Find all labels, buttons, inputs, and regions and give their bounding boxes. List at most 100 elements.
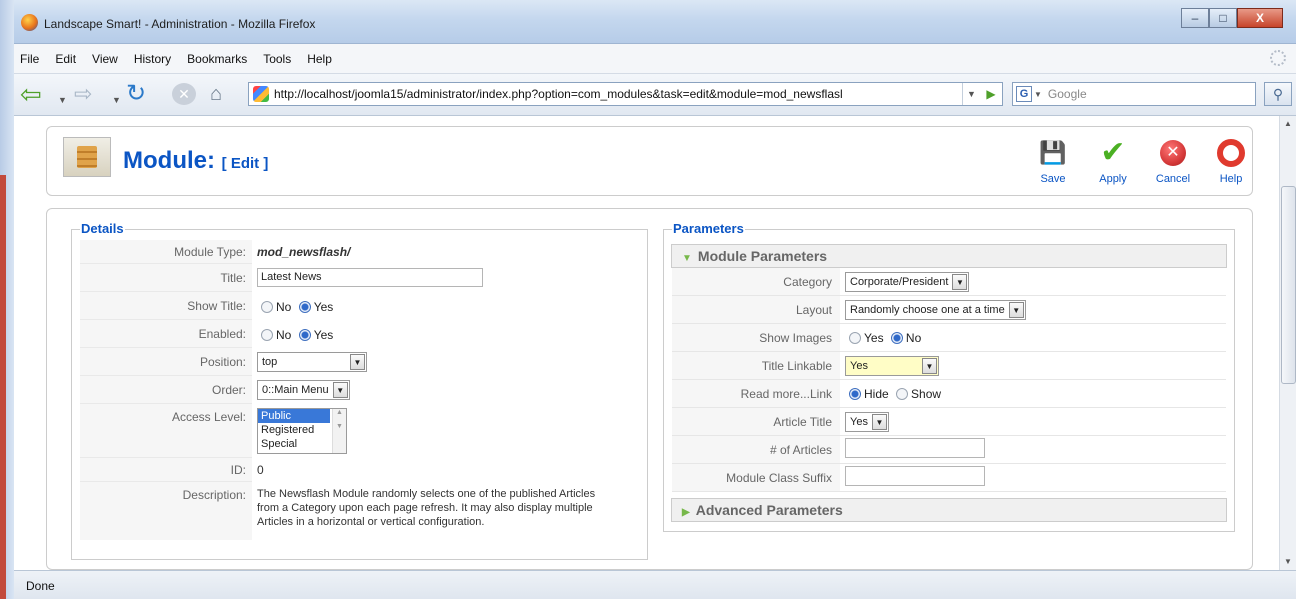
access-option-public[interactable]: Public [258, 409, 330, 423]
row-id: ID: 0 [80, 458, 637, 482]
id-value: 0 [257, 463, 264, 477]
checkmark-icon: ✔ [1100, 136, 1126, 169]
page-subtitle: [ Edit ] [221, 155, 269, 172]
scroll-up-icon[interactable]: ▲ [1280, 116, 1296, 132]
advanced-parameters-header[interactable]: ▶ Advanced Parameters [671, 498, 1227, 522]
article-title-value: Yes [850, 415, 868, 428]
menu-bookmarks[interactable]: Bookmarks [179, 52, 255, 66]
help-button[interactable]: Help [1205, 137, 1257, 185]
class-suffix-input[interactable] [845, 466, 985, 486]
advanced-parameters-title: Advanced Parameters [695, 502, 843, 518]
row-title: Title: Latest News [80, 264, 637, 292]
chevron-down-icon: ▼ [922, 357, 937, 374]
parameters-fieldset: Parameters ▼ Module Parameters Category C… [663, 221, 1235, 532]
apply-label: Apply [1099, 173, 1127, 185]
maximize-button[interactable]: □ [1209, 8, 1237, 28]
id-label: ID: [80, 458, 252, 482]
layout-wrap: Randomly choose one at a time ▼ [840, 299, 1026, 320]
num-articles-wrap [840, 438, 985, 461]
read-more-show-label: Show [911, 386, 942, 401]
title-input[interactable]: Latest News [257, 268, 483, 287]
page-title: Module: [ Edit ] [123, 147, 268, 175]
title-label: Title: [80, 264, 252, 292]
menu-history[interactable]: History [126, 52, 179, 66]
go-arrow-icon[interactable]: ▶ [980, 83, 1002, 105]
cancel-button[interactable]: ✕ Cancel [1147, 137, 1199, 185]
details-fieldset: Details Module Type: mod_newsflash/ Titl… [71, 221, 648, 560]
triangle-down-icon: ▼ [682, 253, 692, 264]
num-articles-input[interactable] [845, 438, 985, 458]
enabled-label: Enabled: [80, 320, 252, 348]
cancel-x-icon: ✕ [1160, 140, 1186, 166]
forward-arrow-icon[interactable]: ⇨ [74, 82, 92, 106]
description-wrap: The Newsflash Module randomly selects on… [252, 482, 617, 529]
access-option-special[interactable]: Special [258, 437, 330, 451]
access-level-listbox[interactable]: Public Registered Special ▲ ▼ [257, 408, 347, 454]
access-level-wrap: Public Registered Special ▲ ▼ [252, 404, 347, 454]
menu-tools[interactable]: Tools [255, 52, 299, 66]
enabled-yes-radio[interactable] [298, 328, 311, 341]
search-bar[interactable]: G ▼ Google [1012, 82, 1256, 106]
header-toolbar: Module: [ Edit ] 💾 Save ✔ Apply ✕ Cancel… [46, 126, 1253, 196]
order-select[interactable]: 0::Main Menu ▼ [257, 380, 350, 400]
description-text: The Newsflash Module randomly selects on… [257, 488, 596, 528]
stop-icon[interactable]: ✕ [172, 83, 196, 105]
title-field-wrap: Latest News [252, 264, 483, 287]
read-more-hide-radio[interactable] [849, 387, 861, 400]
menu-help[interactable]: Help [299, 52, 340, 66]
category-select[interactable]: Corporate/President ▼ [845, 271, 970, 292]
search-placeholder[interactable]: Google [1048, 87, 1087, 101]
listbox-scrollbar[interactable]: ▲ ▼ [332, 409, 346, 453]
enabled-no-label: No [276, 327, 292, 342]
back-arrow-icon[interactable]: ⇦ [20, 81, 54, 107]
module-type-label: Module Type: [80, 240, 252, 264]
scroll-down-icon[interactable]: ▼ [1280, 554, 1296, 570]
show-title-no-label: No [276, 299, 292, 314]
url-text[interactable]: http://localhost/joomla15/administrator/… [274, 87, 962, 101]
parameters-legend: Parameters [672, 221, 745, 236]
enabled-no-radio[interactable] [261, 328, 273, 341]
category-label: Category [672, 268, 840, 295]
row-title-linkable: Title Linkable Yes ▼ [672, 352, 1226, 380]
position-value: top [262, 356, 278, 368]
menu-file[interactable]: File [14, 52, 47, 66]
show-title-no-radio[interactable] [261, 300, 273, 313]
forward-history-dropdown-icon[interactable]: ▼ [112, 88, 121, 112]
article-title-wrap: Yes ▼ [840, 411, 889, 432]
show-images-yes-radio[interactable] [849, 331, 861, 344]
show-title-yes-radio[interactable] [298, 300, 311, 313]
article-title-select[interactable]: Yes ▼ [845, 411, 889, 432]
num-articles-label: # of Articles [672, 436, 840, 463]
search-magnifier-icon[interactable]: ⚲ [1264, 82, 1292, 106]
back-history-dropdown-icon[interactable]: ▼ [58, 88, 67, 112]
row-order: Order: 0::Main Menu ▼ [80, 376, 637, 404]
module-parameters-header[interactable]: ▼ Module Parameters [671, 244, 1227, 268]
google-engine-icon[interactable]: G [1016, 86, 1032, 102]
apply-button[interactable]: ✔ Apply [1087, 136, 1139, 186]
row-num-articles: # of Articles [672, 436, 1226, 464]
minimize-button[interactable]: – [1181, 8, 1209, 28]
read-more-show-radio[interactable] [896, 387, 909, 400]
url-bar[interactable]: http://localhost/joomla15/administrator/… [248, 82, 1003, 106]
layout-select[interactable]: Randomly choose one at a time ▼ [845, 299, 1026, 320]
chevron-down-icon: ▼ [871, 413, 887, 430]
row-position: Position: top ▼ [80, 348, 637, 376]
save-button[interactable]: 💾 Save [1027, 137, 1079, 185]
show-images-no-radio[interactable] [890, 331, 903, 344]
floppy-disk-icon: 💾 [1039, 140, 1067, 165]
url-history-dropdown-icon[interactable]: ▼ [962, 83, 980, 105]
module-type-text: mod_newsflash/ [257, 245, 351, 259]
title-linkable-select[interactable]: Yes ▼ [845, 355, 939, 376]
close-button[interactable]: X [1237, 8, 1283, 28]
layout-label: Layout [672, 296, 840, 323]
menu-view[interactable]: View [84, 52, 126, 66]
access-option-registered[interactable]: Registered [258, 423, 330, 437]
show-title-label: Show Title: [80, 292, 252, 320]
position-select[interactable]: top ▼ [257, 352, 367, 372]
menu-edit[interactable]: Edit [47, 52, 84, 66]
engine-dropdown-icon[interactable]: ▼ [1034, 90, 1042, 99]
vertical-scrollbar[interactable]: ▲ ▼ [1279, 116, 1296, 570]
home-icon[interactable]: ⌂ [210, 82, 222, 106]
reload-icon[interactable]: ↻ [126, 82, 156, 106]
scroll-thumb[interactable] [1281, 186, 1296, 384]
